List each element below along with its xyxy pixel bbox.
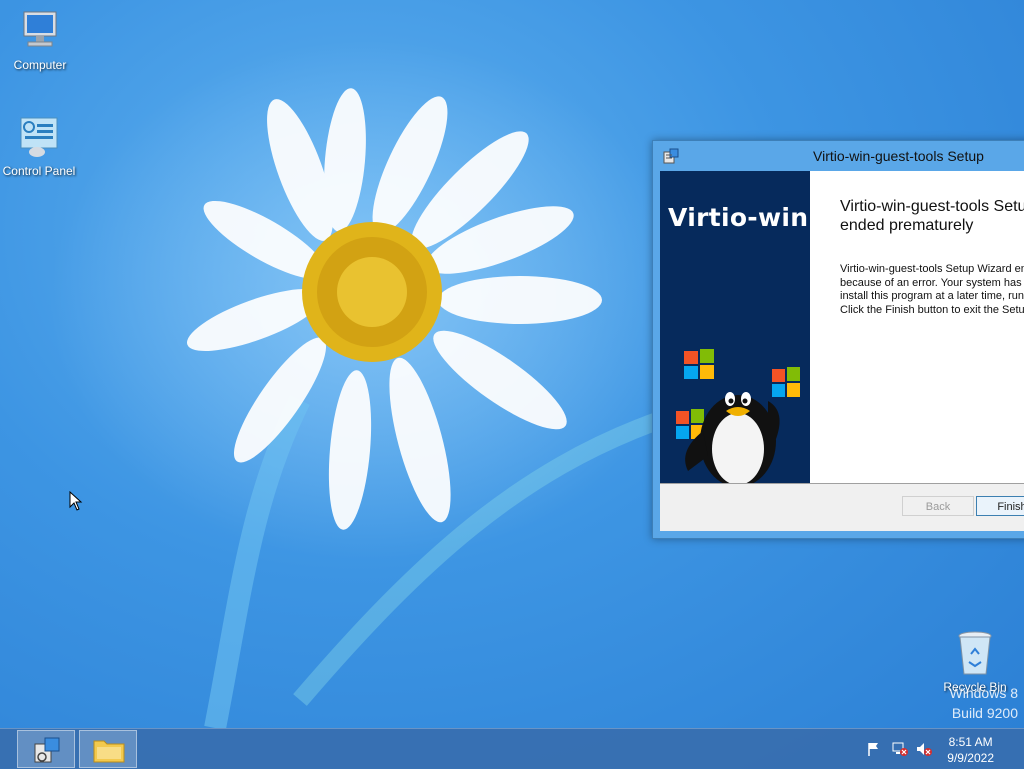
wizard-message: Virtio-win-guest-tools Setup Wizard ende… <box>840 263 1024 316</box>
action-center-flag-icon[interactable] <box>866 741 882 757</box>
desktop-icon-label: Control Panel <box>2 164 76 178</box>
volume-muted-icon[interactable] <box>915 741 933 757</box>
dialog-client-area: Virtio-win Virtio-win-guest-tools Setu e… <box>660 171 1024 531</box>
watermark-build: Build 9200 <box>951 705 1018 721</box>
back-button[interactable]: Back <box>902 496 974 516</box>
wizard-banner: Virtio-win <box>660 171 810 483</box>
dialog-title: Virtio-win-guest-tools Setup <box>813 148 984 164</box>
taskbar-setup-button[interactable] <box>17 730 75 768</box>
computer-icon <box>16 8 64 56</box>
wizard-content: Virtio-win-guest-tools Setup Wizard ende… <box>810 171 1024 483</box>
finish-button[interactable]: Finish <box>976 496 1024 516</box>
button-separator <box>660 483 1024 484</box>
desktop-icon-computer[interactable]: Computer <box>0 8 80 72</box>
system-clock[interactable]: 8:51 AM 9/9/2022 <box>947 734 994 766</box>
recycle-bin-icon <box>951 630 999 678</box>
banner-title: Virtio-win <box>668 203 809 232</box>
tux-windows-logo <box>676 349 800 483</box>
watermark-os-name: Windows 8 <box>949 685 1018 701</box>
dialog-title-bar[interactable]: Virtio-win-guest-tools Setup <box>653 141 1024 171</box>
mouse-cursor <box>69 491 83 511</box>
taskbar: 8:51 AM 9/9/2022 <box>0 728 1024 769</box>
desktop-icon-control-panel[interactable]: Control Panel <box>0 114 79 178</box>
desktop-icon-label: Computer <box>13 58 67 72</box>
network-disconnected-icon[interactable] <box>891 741 909 757</box>
control-panel-icon <box>15 114 63 162</box>
folder-icon <box>93 740 125 763</box>
os-watermark: Windows 8 Build 9200 <box>950 685 1018 721</box>
setup-dialog[interactable]: Virtio-win-guest-tools Setup Virtio-win <box>652 140 1024 539</box>
windows-logo-icon <box>684 349 714 379</box>
clock-time: 8:51 AM <box>948 735 993 749</box>
taskbar-file-explorer-button[interactable] <box>79 730 137 768</box>
clock-date: 9/9/2022 <box>947 751 994 765</box>
installer-icon <box>34 737 60 763</box>
wizard-heading: Virtio-win-guest-tools Setup Wizard ende… <box>840 198 1024 234</box>
